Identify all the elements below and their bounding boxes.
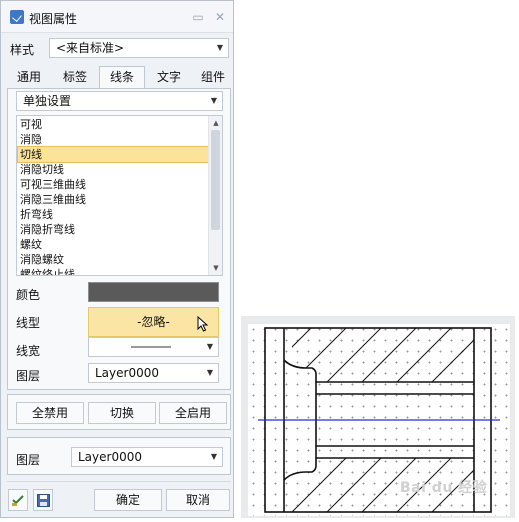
list-item[interactable]: 消隐三维曲线 (18, 192, 208, 207)
style-select-value: <来自标准> (56, 41, 125, 55)
chevron-down-icon: ▼ (206, 368, 213, 377)
cancel-button[interactable]: 取消 (166, 489, 230, 511)
chevron-down-icon: ▼ (206, 342, 213, 351)
layer-label: 图层 (16, 369, 41, 383)
title-bar: 视图属性 ▭ ✕ (1, 1, 233, 33)
color-swatch[interactable] (88, 282, 219, 302)
check-brush-icon (12, 495, 24, 506)
list-item[interactable]: 螺纹终止线 (18, 267, 208, 275)
ok-button[interactable]: 确定 (94, 489, 162, 511)
watermark: Bai du 经验 (400, 480, 488, 496)
linewidth-select[interactable]: ▼ (88, 337, 219, 357)
save-icon (36, 494, 50, 507)
close-icon[interactable]: ✕ (213, 10, 227, 24)
list-item[interactable]: 可视三维曲线 (18, 177, 208, 192)
window-title: 视图属性 (29, 12, 78, 26)
list-item[interactable]: 消隐折弯线 (18, 222, 208, 237)
line-mode-select[interactable]: 单独设置 ▼ (16, 91, 223, 111)
linewidth-label: 线宽 (16, 344, 41, 358)
apply-check-button[interactable] (8, 489, 28, 511)
layer-group-select[interactable]: Layer0000 ▼ (71, 447, 223, 467)
disable-all-button[interactable]: 全禁用 (16, 402, 84, 424)
list-item[interactable]: 消隐 (18, 132, 208, 147)
linetype-label: 线型 (16, 316, 41, 330)
chevron-down-icon: ▼ (216, 43, 223, 52)
line-mode-value: 单独设置 (23, 94, 72, 108)
list-scrollbar[interactable]: ▲ ▼ (208, 116, 222, 275)
layer-select-value: Layer0000 (95, 366, 159, 380)
chevron-down-icon: ▼ (210, 96, 217, 105)
line-type-list[interactable]: 可视 消隐 切线 消隐切线 可视三维曲线 消隐三维曲线 折弯线 消隐折弯线 螺纹… (16, 115, 223, 276)
scroll-up-icon[interactable]: ▲ (209, 117, 222, 129)
list-item[interactable]: 消隐切线 (18, 162, 208, 177)
linetype-value: -忽略- (137, 315, 170, 329)
scroll-thumb[interactable] (211, 130, 220, 230)
list-item[interactable]: 螺纹 (18, 237, 208, 252)
style-select[interactable]: <来自标准> ▼ (49, 38, 229, 58)
layer-select[interactable]: Layer0000 ▼ (88, 363, 219, 383)
toggle-button[interactable]: 切换 (88, 402, 156, 424)
scroll-down-icon[interactable]: ▼ (209, 262, 222, 274)
mouse-cursor-icon (197, 316, 209, 332)
pin-icon[interactable]: ▭ (191, 10, 205, 24)
save-button[interactable] (33, 489, 53, 511)
footer-divider (7, 481, 231, 482)
layer-group-label: 图层 (16, 453, 41, 467)
chevron-down-icon: ▼ (210, 452, 217, 461)
tab-bar: 通用 标签 线条 文字 组件 (7, 66, 229, 89)
view-properties-panel: 视图属性 ▭ ✕ 样式 <来自标准> ▼ 通用 标签 线条 文字 组件 单独设置… (0, 0, 234, 518)
list-item[interactable]: 折弯线 (18, 207, 208, 222)
list-item-selected[interactable]: 切线 (17, 146, 209, 163)
tab-text[interactable]: 文字 (149, 67, 189, 89)
list-item[interactable]: 可视 (18, 117, 208, 132)
tab-labels[interactable]: 标签 (55, 67, 95, 89)
layer-group-value: Layer0000 (78, 450, 142, 464)
enable-all-button[interactable]: 全启用 (159, 402, 227, 424)
tab-components[interactable]: 组件 (193, 67, 233, 89)
line-width-preview (131, 346, 171, 348)
tab-general[interactable]: 通用 (9, 67, 49, 89)
color-label: 颜色 (16, 288, 41, 302)
style-label: 样式 (10, 43, 35, 57)
list-item[interactable]: 消隐螺纹 (18, 252, 208, 267)
tab-lines[interactable]: 线条 (99, 66, 145, 89)
view-properties-icon (10, 10, 24, 24)
